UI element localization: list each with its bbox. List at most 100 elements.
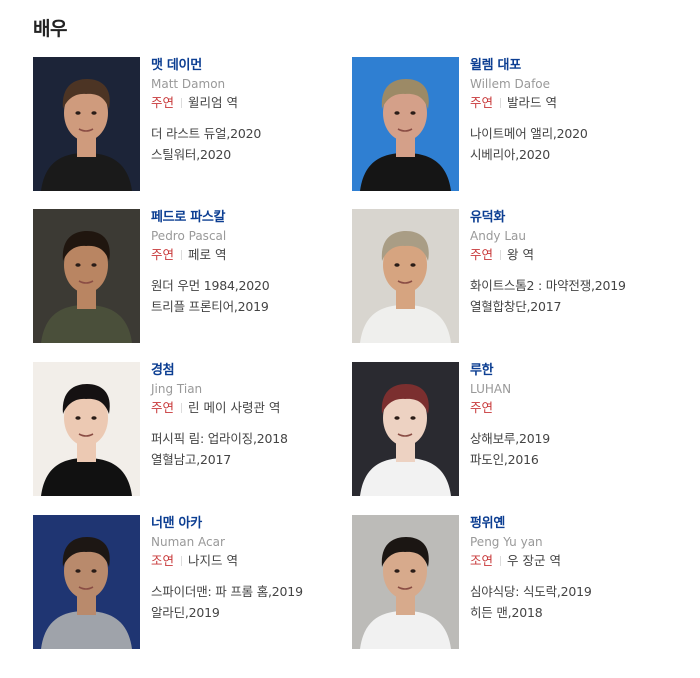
- filmography-item[interactable]: 파도인,2016: [470, 449, 655, 470]
- role-type: 주연: [470, 400, 494, 415]
- actor-info: 페드로 파스칼 Pedro Pascal 주연 페로 역원더 우먼 1984,2020…: [151, 209, 336, 317]
- actor-card: 펑위옌 Peng Yu yan 조연 우 장군 역심야식당: 식도락,2019 히든 맨…: [352, 515, 652, 649]
- character-name: 윌리엄 역: [188, 95, 238, 110]
- actor-name-link[interactable]: 너맨 아카: [151, 516, 336, 532]
- actor-english-name: LUHAN: [470, 382, 512, 396]
- filmography-item[interactable]: 열혈합창단,2017: [470, 296, 655, 317]
- filmography-item[interactable]: 스틸워터,2020: [151, 144, 336, 165]
- actor-name-link[interactable]: 루한: [470, 363, 655, 379]
- character-name: 나지드 역: [188, 553, 238, 568]
- actor-portrait-svg: [352, 362, 459, 496]
- filmography-item[interactable]: 상해보루,2019: [470, 428, 655, 449]
- actor-portrait-svg: [352, 57, 459, 191]
- actor-card: 윌렘 대포 Willem Dafoe 주연 발라드 역나이트메어 앨리,2020 시베리…: [352, 57, 652, 191]
- actor-info: 루한 LUHAN 주연상해보루,2019 파도인,2016: [470, 362, 655, 470]
- section-title: 배우: [33, 18, 67, 40]
- filmography-list: 더 라스트 듀얼,2020 스틸워터,2020: [151, 123, 336, 165]
- filmography-list: 화이트스톰2 : 마약전쟁,2019 열혈합창단,2017: [470, 275, 655, 317]
- actor-english-name: Numan Acar: [151, 535, 225, 549]
- role-separator: [500, 98, 502, 108]
- character-name: 린 메이 사령관 역: [188, 400, 281, 415]
- filmography-list: 스파이더맨: 파 프롬 홈,2019 알라딘,2019: [151, 581, 336, 623]
- actor-info: 펑위옌 Peng Yu yan 조연 우 장군 역심야식당: 식도락,2019 히든 맨…: [470, 515, 655, 623]
- filmography-item[interactable]: 더 라스트 듀얼,2020: [151, 123, 336, 144]
- filmography-list: 상해보루,2019 파도인,2016: [470, 428, 655, 470]
- filmography-item[interactable]: 트리플 프론티어,2019: [151, 296, 336, 317]
- filmography-item[interactable]: 히든 맨,2018: [470, 602, 655, 623]
- role-type: 주연: [151, 247, 175, 262]
- role-separator: [181, 250, 183, 260]
- filmography-item[interactable]: 원더 우먼 1984,2020: [151, 275, 336, 296]
- actor-info: 너맨 아카 Numan Acar 조연 나지드 역스파이더맨: 파 프롬 홈,2019…: [151, 515, 336, 623]
- role-type: 조연: [470, 553, 494, 568]
- role-line: 주연 페로 역: [151, 247, 336, 263]
- actor-photo[interactable]: [352, 209, 459, 343]
- actor-portrait-svg: [33, 209, 140, 343]
- actor-name-link[interactable]: 페드로 파스칼: [151, 210, 336, 226]
- actor-portrait-svg: [33, 57, 140, 191]
- character-name: 왕 역: [507, 247, 534, 262]
- role-line: 주연 린 메이 사령관 역: [151, 400, 336, 416]
- filmography-item[interactable]: 알라딘,2019: [151, 602, 336, 623]
- actor-name-link[interactable]: 펑위옌: [470, 516, 655, 532]
- filmography-list: 심야식당: 식도락,2019 히든 맨,2018: [470, 581, 655, 623]
- role-type: 주연: [470, 95, 494, 110]
- filmography-item[interactable]: 나이트메어 앨리,2020: [470, 123, 655, 144]
- role-separator: [181, 403, 183, 413]
- actor-name-link[interactable]: 경첨: [151, 363, 336, 379]
- actor-card: 루한 LUHAN 주연상해보루,2019 파도인,2016: [352, 362, 652, 496]
- role-line: 주연: [470, 400, 655, 416]
- actor-card: 경첨 Jing Tian 주연 린 메이 사령관 역 퍼시픽 림: 업라이징,2018 열…: [33, 362, 333, 496]
- filmography-list: 퍼시픽 림: 업라이징,2018 열혈남고,2017: [151, 428, 336, 470]
- role-type: 주연: [151, 95, 175, 110]
- role-separator: [500, 556, 502, 566]
- role-type: 조연: [151, 553, 175, 568]
- actor-card: 너맨 아카 Numan Acar 조연 나지드 역스파이더맨: 파 프롬 홈,2019…: [33, 515, 333, 649]
- filmography-item[interactable]: 심야식당: 식도락,2019: [470, 581, 655, 602]
- filmography-item[interactable]: 열혈남고,2017: [151, 449, 336, 470]
- actor-english-name: Pedro Pascal: [151, 229, 227, 243]
- actor-info: 경첨 Jing Tian 주연 린 메이 사령관 역 퍼시픽 림: 업라이징,2018 열…: [151, 362, 336, 470]
- actor-photo[interactable]: [33, 515, 140, 649]
- filmography-item[interactable]: 화이트스톰2 : 마약전쟁,2019: [470, 275, 655, 296]
- actor-name-link[interactable]: 맷 데이먼: [151, 58, 336, 74]
- actor-english-name: Willem Dafoe: [470, 77, 551, 91]
- role-line: 조연 나지드 역: [151, 553, 336, 569]
- actor-info: 윌렘 대포 Willem Dafoe 주연 발라드 역나이트메어 앨리,2020 시베리…: [470, 57, 655, 165]
- actor-name-link[interactable]: 윌렘 대포: [470, 58, 655, 74]
- role-separator: [500, 250, 502, 260]
- actor-card: 페드로 파스칼 Pedro Pascal 주연 페로 역원더 우먼 1984,2020…: [33, 209, 333, 343]
- role-separator: [181, 556, 183, 566]
- actor-info: 맷 데이먼 Matt Damon 주연 윌리엄 역더 라스트 듀얼,2020 스틸워터,…: [151, 57, 336, 165]
- actor-photo[interactable]: [352, 515, 459, 649]
- actor-english-name: Matt Damon: [151, 77, 226, 91]
- actor-photo[interactable]: [33, 57, 140, 191]
- actor-name-link[interactable]: 유덕화: [470, 210, 655, 226]
- actor-photo[interactable]: [352, 57, 459, 191]
- filmography-item[interactable]: 스파이더맨: 파 프롬 홈,2019: [151, 581, 336, 602]
- actor-portrait-svg: [352, 515, 459, 649]
- filmography-item[interactable]: 퍼시픽 림: 업라이징,2018: [151, 428, 336, 449]
- role-type: 주연: [151, 400, 175, 415]
- actor-english-name: Peng Yu yan: [470, 535, 543, 549]
- role-type: 주연: [470, 247, 494, 262]
- actor-portrait-svg: [33, 515, 140, 649]
- actor-photo[interactable]: [352, 362, 459, 496]
- actor-portrait-svg: [352, 209, 459, 343]
- role-line: 조연 우 장군 역: [470, 553, 655, 569]
- actor-portrait-svg: [33, 362, 140, 496]
- character-name: 발라드 역: [507, 95, 557, 110]
- actor-info: 유덕화 Andy Lau 주연 왕 역화이트스톰2 : 마약전쟁,2019 열혈합창단,…: [470, 209, 655, 317]
- role-line: 주연 발라드 역: [470, 95, 655, 111]
- role-separator: [181, 98, 183, 108]
- character-name: 우 장군 역: [507, 553, 561, 568]
- actor-card: 맷 데이먼 Matt Damon 주연 윌리엄 역더 라스트 듀얼,2020 스틸워터,…: [33, 57, 333, 191]
- filmography-item[interactable]: 시베리아,2020: [470, 144, 655, 165]
- actor-english-name: Andy Lau: [470, 229, 526, 243]
- filmography-list: 원더 우먼 1984,2020 트리플 프론티어,2019: [151, 275, 336, 317]
- actor-photo[interactable]: [33, 362, 140, 496]
- character-name: 페로 역: [188, 247, 227, 262]
- actor-photo[interactable]: [33, 209, 140, 343]
- role-line: 주연 왕 역: [470, 247, 655, 263]
- role-line: 주연 윌리엄 역: [151, 95, 336, 111]
